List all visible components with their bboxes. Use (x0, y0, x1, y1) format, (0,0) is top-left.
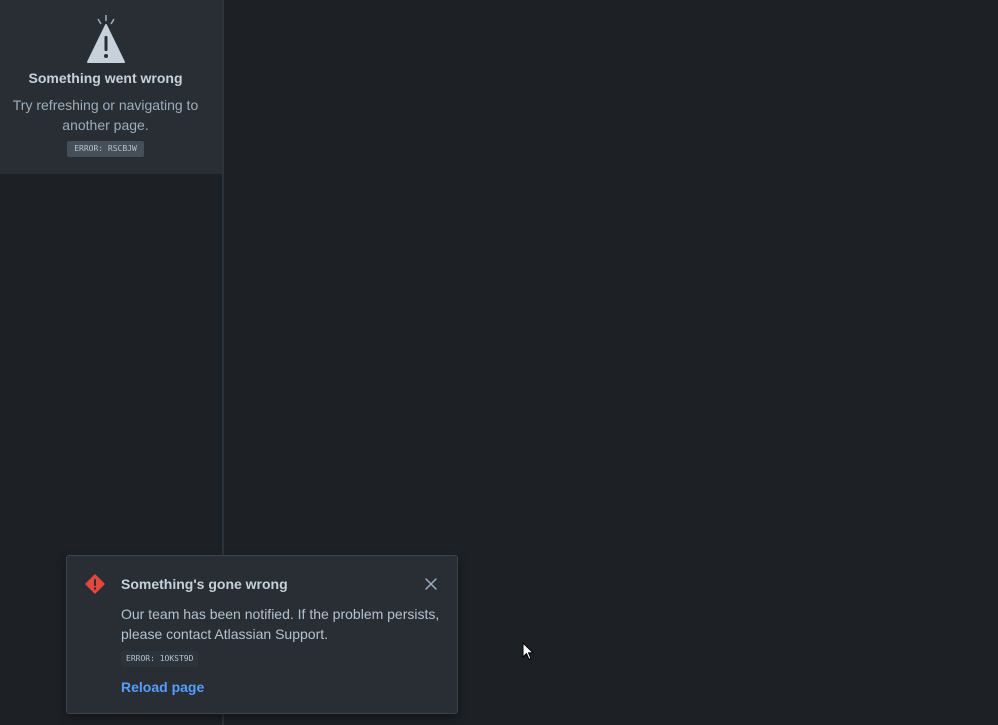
flag-message: Our team has been notified. If the probl… (121, 606, 440, 642)
error-diamond-icon (85, 574, 105, 594)
flag-title: Something's gone wrong (121, 576, 288, 592)
close-icon[interactable] (421, 574, 441, 594)
reload-page-link[interactable]: Reload page (121, 679, 204, 695)
sidebar-error-message: Try refreshing or navigating to another … (12, 97, 199, 133)
warning-triangle-icon (84, 12, 128, 64)
sidebar-error-panel: Something went wrong Try refreshing or n… (0, 0, 222, 174)
flag-error-code: ERROR: 1OKST9D (121, 651, 199, 667)
mouse-cursor-icon (522, 642, 536, 662)
app-window: Something went wrong Try refreshing or n… (0, 0, 998, 725)
error-flag: Something's gone wrong Our team has been… (66, 555, 458, 714)
sidebar-error-title: Something went wrong (28, 70, 183, 86)
sidebar-error-code: ERROR: RSCBJW (67, 141, 144, 157)
